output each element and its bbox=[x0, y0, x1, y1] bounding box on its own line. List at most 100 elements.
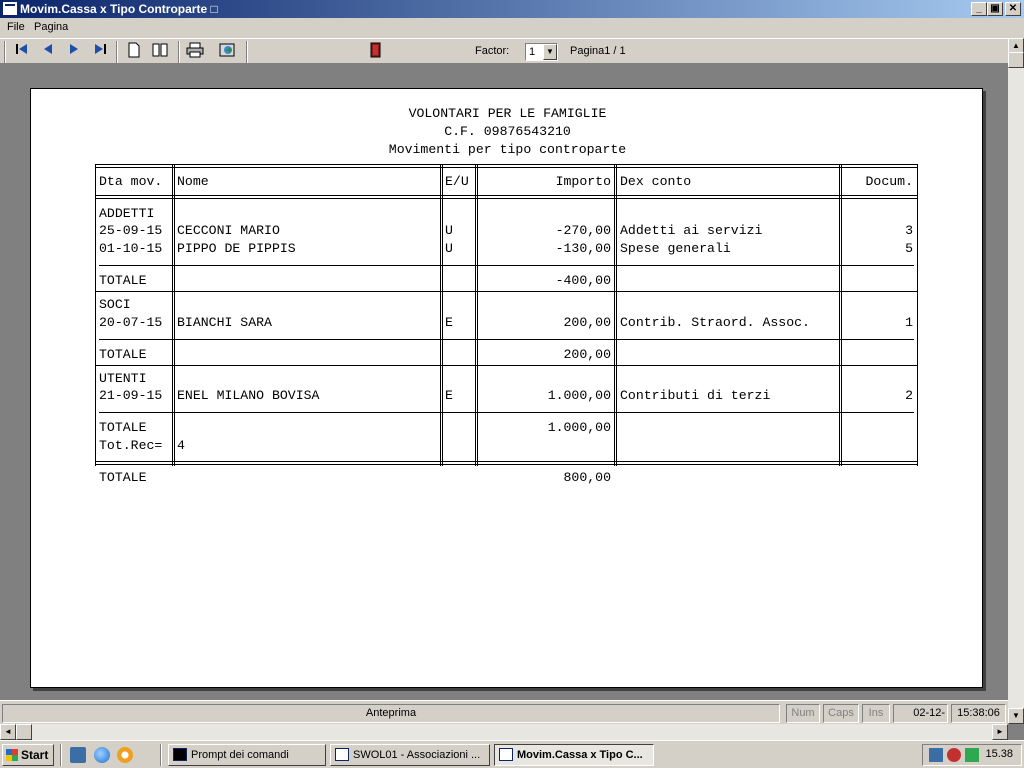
col-header-eu: E/U bbox=[445, 174, 469, 189]
chevron-down-icon[interactable]: ▼ bbox=[543, 44, 557, 60]
row-name: CECCONI MARIO bbox=[177, 223, 280, 238]
toolbar: Factor: 1 ▼ Pagina1 / 1 bbox=[0, 38, 1008, 64]
status-bar: Anteprima Num Caps Ins 02-12-2015 15:38:… bbox=[0, 700, 1008, 724]
row-account: Spese generali bbox=[620, 241, 731, 256]
group-total-label: TOTALE bbox=[99, 273, 147, 288]
menu-file[interactable]: File bbox=[7, 21, 25, 33]
row-account: Contrib. Straord. Assoc. bbox=[620, 315, 810, 330]
task-label: Prompt dei comandi bbox=[191, 749, 289, 761]
row-amount: -130,00 bbox=[555, 241, 611, 256]
prev-page-icon[interactable] bbox=[38, 42, 58, 62]
next-page-icon[interactable] bbox=[64, 42, 84, 62]
row-date: 21-09-15 bbox=[99, 388, 163, 403]
row-eu: U bbox=[445, 241, 453, 256]
title-bar: Movim.Cassa x Tipo Controparte □ _ ▣ ✕ bbox=[0, 0, 1024, 18]
row-name: BIANCHI SARA bbox=[177, 315, 272, 330]
media-player-icon[interactable] bbox=[117, 747, 133, 763]
group-total-value: 200,00 bbox=[563, 347, 611, 362]
table-divider bbox=[440, 164, 443, 466]
clock: 15.38 bbox=[985, 748, 1013, 760]
table-rule bbox=[99, 265, 914, 266]
task-movim-button[interactable]: Movim.Cassa x Tipo C... bbox=[494, 744, 654, 766]
row-date: 01-10-15 bbox=[99, 241, 163, 256]
table-rule bbox=[99, 339, 914, 340]
vertical-scrollbar[interactable]: ▲ ▼ bbox=[1008, 38, 1024, 724]
group-label: SOCI bbox=[99, 297, 131, 312]
window-icon bbox=[499, 748, 513, 761]
row-docs: 5 bbox=[905, 241, 913, 256]
single-page-icon[interactable] bbox=[124, 42, 144, 62]
row-account: Contributi di terzi bbox=[620, 388, 771, 403]
task-label: Movim.Cassa x Tipo C... bbox=[517, 749, 643, 761]
grand-total-label: TOTALE bbox=[99, 470, 147, 485]
task-prompt-button[interactable]: Prompt dei comandi bbox=[168, 744, 326, 766]
network-icon[interactable] bbox=[929, 748, 943, 762]
export-icon[interactable] bbox=[218, 42, 238, 62]
row-amount: -270,00 bbox=[555, 223, 611, 238]
col-header-nome: Nome bbox=[177, 174, 209, 189]
table-divider bbox=[475, 164, 478, 466]
report-title: VOLONTARI PER LE FAMIGLIE bbox=[408, 106, 607, 121]
close-button[interactable]: ✕ bbox=[1005, 2, 1021, 16]
print-icon[interactable] bbox=[185, 42, 205, 62]
row-docs: 1 bbox=[905, 315, 913, 330]
col-header-dex: Dex conto bbox=[620, 174, 692, 189]
factor-select[interactable]: 1 ▼ bbox=[525, 43, 558, 61]
scroll-down-icon[interactable]: ▼ bbox=[1008, 708, 1024, 724]
report-tax-code: C.F. 09876543210 bbox=[444, 124, 571, 139]
table-divider bbox=[839, 164, 842, 466]
restore-button[interactable]: ▣ bbox=[987, 2, 1003, 16]
status-date: 02-12-2015 bbox=[893, 704, 948, 723]
group-total-label: TOTALE bbox=[99, 347, 147, 362]
report-subtitle: Movimenti per tipo controparte bbox=[388, 142, 627, 157]
col-header-importo: Importo bbox=[555, 174, 611, 189]
row-docs: 3 bbox=[905, 223, 913, 238]
scroll-thumb[interactable] bbox=[1008, 52, 1024, 68]
taskbar-separator bbox=[160, 744, 162, 766]
table-rule bbox=[99, 412, 914, 413]
task-label: SWOL01 - Associazioni ... bbox=[353, 749, 481, 761]
update-icon[interactable] bbox=[965, 748, 979, 762]
col-header-dta: Dta mov. bbox=[99, 174, 163, 189]
toolbar-separator bbox=[116, 41, 118, 63]
table-rule bbox=[95, 461, 918, 465]
group-total-value: 1.000,00 bbox=[547, 420, 611, 435]
scroll-right-icon[interactable]: ► bbox=[992, 724, 1008, 740]
group-label: UTENTI bbox=[99, 371, 147, 386]
show-desktop-icon[interactable] bbox=[70, 747, 86, 763]
last-page-icon[interactable] bbox=[90, 42, 110, 62]
status-num: Num bbox=[786, 704, 820, 723]
horizontal-scrollbar[interactable]: ◄ ► bbox=[0, 724, 1008, 740]
security-icon[interactable] bbox=[947, 748, 961, 762]
first-page-icon[interactable] bbox=[12, 42, 32, 62]
two-pages-icon[interactable] bbox=[150, 42, 170, 62]
taskbar: Start Prompt dei comandi SWOL01 - Associ… bbox=[0, 740, 1024, 768]
row-date: 20-07-15 bbox=[99, 315, 163, 330]
internet-explorer-icon[interactable] bbox=[94, 747, 110, 763]
task-swol-button[interactable]: SWOL01 - Associazioni ... bbox=[330, 744, 490, 766]
row-name: PIPPO DE PIPPIS bbox=[177, 241, 296, 256]
row-eu: U bbox=[445, 223, 453, 238]
status-caps: Caps bbox=[823, 704, 859, 723]
factor-label: Factor: bbox=[475, 45, 510, 57]
status-time: 15:38:06 bbox=[951, 704, 1006, 723]
toolbar-separator bbox=[246, 41, 248, 63]
start-label: Start bbox=[21, 748, 49, 762]
minimize-button[interactable]: _ bbox=[971, 2, 987, 16]
menu-bar: File Pagina bbox=[0, 18, 1024, 38]
row-name: ENEL MILANO BOVISA bbox=[177, 388, 320, 403]
report-page: VOLONTARI PER LE FAMIGLIE C.F. 098765432… bbox=[30, 88, 983, 688]
row-eu: E bbox=[445, 315, 453, 330]
exit-door-icon[interactable] bbox=[365, 42, 385, 62]
command-prompt-icon bbox=[173, 748, 187, 761]
table-border bbox=[95, 164, 96, 466]
taskbar-separator bbox=[60, 744, 62, 766]
scroll-thumb[interactable] bbox=[16, 724, 32, 740]
toolbar-separator bbox=[178, 41, 180, 63]
menu-pagina[interactable]: Pagina bbox=[34, 21, 68, 33]
start-button[interactable]: Start bbox=[2, 744, 54, 766]
table-rule bbox=[95, 164, 918, 168]
table-divider bbox=[614, 164, 617, 466]
page-indicator: Pagina1 / 1 bbox=[570, 45, 626, 57]
scroll-left-icon[interactable]: ◄ bbox=[0, 724, 16, 740]
